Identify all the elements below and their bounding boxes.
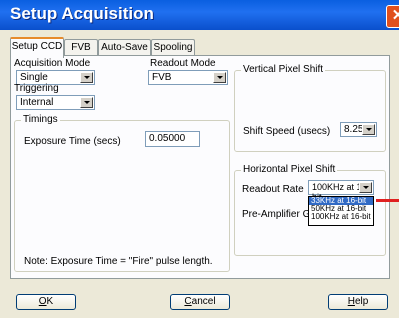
chevron-down-icon[interactable] (359, 182, 372, 193)
triggering-value: Internal (20, 97, 54, 108)
ok-button[interactable]: OK (16, 294, 76, 310)
pointer-arrow-annotation (376, 199, 399, 202)
cancel-mnemonic: C (184, 296, 192, 307)
title-bar: Setup Acquisition (0, 0, 399, 30)
chevron-down-icon[interactable] (80, 97, 93, 108)
chevron-down-icon[interactable] (213, 72, 226, 83)
cancel-label-rest: ancel (191, 296, 216, 307)
vertical-pixel-shift-group: Vertical Pixel Shift (234, 64, 386, 152)
shift-speed-value: 8.25 (344, 124, 364, 135)
readout-mode-label: Readout Mode (150, 58, 216, 69)
exposure-note: Note: Exposure Time = "Fire" pulse lengt… (24, 256, 213, 267)
close-icon: ✕ (391, 7, 399, 24)
tab-auto-save[interactable]: Auto-Save (98, 39, 151, 56)
ok-label-rest: K (46, 296, 54, 307)
help-mnemonic: H (347, 296, 355, 307)
tab-label: Auto-Save (101, 42, 148, 53)
readout-rate-option[interactable]: 100KHz at 16-bit (309, 213, 373, 221)
readout-rate-dropdown-list: 33KHz at 16-bit 50KHz at 16-bit 100KHz a… (308, 196, 374, 226)
window-title: Setup Acquisition (10, 4, 154, 23)
timings-legend: Timings (21, 114, 60, 125)
cancel-button[interactable]: Cancel (170, 294, 230, 310)
close-button[interactable]: ✕ (386, 5, 399, 28)
readout-rate-label: Readout Rate (242, 184, 304, 195)
tab-fvb[interactable]: FVB (64, 39, 98, 56)
exposure-time-value: 0.05000 (149, 133, 186, 144)
readout-mode-select[interactable]: FVB (148, 70, 228, 85)
tab-label: Setup CCD (11, 41, 63, 52)
triggering-label: Triggering (14, 83, 59, 94)
shift-speed-select[interactable]: 8.25 (340, 122, 377, 137)
chevron-down-icon[interactable] (80, 72, 93, 83)
horizontal-pixel-shift-legend: Horizontal Pixel Shift (241, 164, 338, 175)
help-label-rest: elp (354, 296, 369, 307)
acquisition-mode-value: Single (20, 72, 48, 83)
tab-label: Spooling (153, 42, 193, 53)
help-button[interactable]: Help (328, 294, 388, 310)
exposure-time-input[interactable]: 0.05000 (145, 131, 200, 147)
tab-spooling[interactable]: Spooling (151, 39, 195, 56)
acquisition-mode-label: Acquisition Mode (14, 58, 91, 69)
shift-speed-label: Shift Speed (usecs) (243, 126, 331, 137)
chevron-down-icon[interactable] (362, 124, 375, 135)
readout-mode-value: FVB (152, 72, 172, 83)
tab-setup-ccd[interactable]: Setup CCD (10, 37, 64, 58)
triggering-select[interactable]: Internal (16, 95, 95, 110)
tab-label: FVB (71, 42, 91, 53)
readout-rate-select[interactable]: 100KHz at 16-bit (308, 180, 374, 202)
exposure-time-label: Exposure Time (secs) (24, 136, 121, 147)
ok-mnemonic: O (38, 296, 47, 307)
vertical-pixel-shift-legend: Vertical Pixel Shift (241, 64, 326, 75)
